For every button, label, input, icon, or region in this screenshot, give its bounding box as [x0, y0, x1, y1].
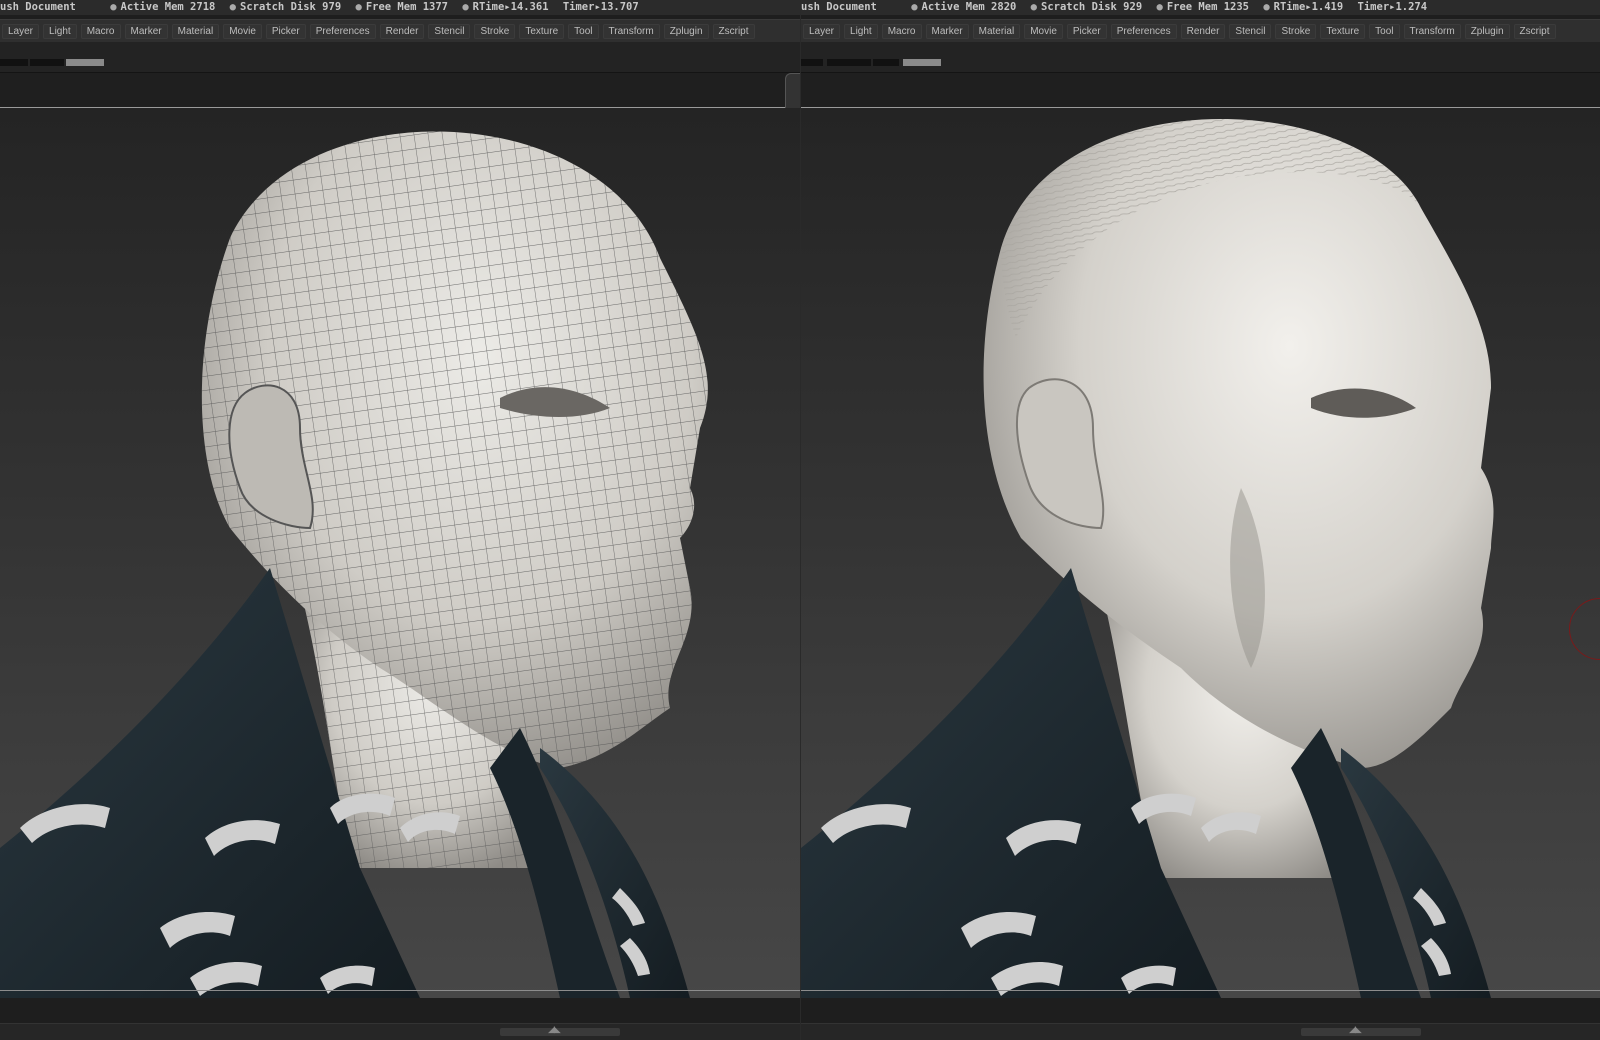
dot-icon: ●	[1030, 1, 1037, 13]
collapse-arrows-icon[interactable]: ◢◣	[1349, 1025, 1362, 1035]
menu-macro[interactable]: Macro	[881, 23, 922, 39]
scratch-disk: Scratch Disk 979	[240, 1, 342, 13]
menu-picker[interactable]: Picker	[1066, 23, 1107, 39]
tab-segment-active[interactable]	[903, 59, 941, 66]
dot-icon: ●	[462, 1, 469, 13]
menu-texture[interactable]: Texture	[519, 23, 565, 39]
document-bar	[0, 73, 800, 108]
menu-marker[interactable]: Marker	[925, 23, 969, 39]
menu-material[interactable]: Material	[171, 23, 220, 39]
collapse-arrows-icon[interactable]: ◢◣	[548, 1025, 561, 1035]
menu-material[interactable]: Material	[972, 23, 1021, 39]
menu-transform[interactable]: Transform	[1403, 23, 1461, 39]
document-title: ush Document	[0, 1, 76, 13]
menu-stroke[interactable]: Stroke	[474, 23, 516, 39]
tab-segment[interactable]	[873, 59, 899, 66]
sculpted-head-render	[801, 118, 1494, 998]
left-viewport-pane: ush Document ● Active Mem 2718 ● Scratch D…	[0, 0, 800, 1040]
menu-transform[interactable]: Transform	[602, 23, 660, 39]
menu-stencil[interactable]: Stencil	[428, 23, 471, 39]
tab-segment[interactable]	[801, 59, 823, 66]
rtime: RTime▸1.419	[1273, 1, 1344, 13]
menu-light[interactable]: Light	[43, 23, 77, 39]
menu-tool[interactable]: Tool	[1369, 23, 1400, 39]
menu-bar: Layer Light Macro Marker Material Movie …	[0, 19, 800, 43]
timer: Timer▸1.274	[1357, 1, 1428, 13]
bottom-shelf: ◢◣	[801, 1023, 1600, 1040]
status-bar: ush Document ● Active Mem 2820 ● Scratch D…	[801, 0, 1600, 15]
right-viewport-pane: ush Document ● Active Mem 2820 ● Scratch D…	[800, 0, 1600, 1040]
dot-icon: ●	[1156, 1, 1163, 13]
menu-texture[interactable]: Texture	[1320, 23, 1366, 39]
dot-icon: ●	[110, 1, 117, 13]
menu-render[interactable]: Render	[1180, 23, 1226, 39]
menu-marker[interactable]: Marker	[124, 23, 168, 39]
menu-macro[interactable]: Macro	[80, 23, 121, 39]
timer: Timer▸13.707	[562, 1, 639, 13]
menu-zscript[interactable]: Zscript	[712, 23, 755, 39]
menu-preferences[interactable]: Preferences	[1110, 23, 1177, 39]
free-mem: Free Mem 1377	[365, 1, 448, 13]
menu-bar: Layer Light Macro Marker Material Movie …	[801, 19, 1600, 43]
tab-segment[interactable]	[30, 59, 64, 66]
menu-zplugin[interactable]: Zplugin	[1464, 23, 1510, 39]
menu-layer[interactable]: Layer	[2, 23, 40, 39]
dot-icon: ●	[1263, 1, 1270, 13]
rtime: RTime▸14.361	[472, 1, 549, 13]
dot-icon: ●	[911, 1, 918, 13]
menu-zscript[interactable]: Zscript	[1513, 23, 1556, 39]
menu-layer[interactable]: Layer	[803, 23, 841, 39]
active-mem: Active Mem 2820	[921, 1, 1017, 13]
menu-tool[interactable]: Tool	[568, 23, 599, 39]
active-mem: Active Mem 2718	[120, 1, 216, 13]
free-mem: Free Mem 1235	[1166, 1, 1249, 13]
menu-render[interactable]: Render	[379, 23, 425, 39]
menu-movie[interactable]: Movie	[1024, 23, 1063, 39]
floor-line	[0, 990, 800, 991]
scratch-disk: Scratch Disk 929	[1041, 1, 1143, 13]
shelf-handle[interactable]	[1301, 1028, 1421, 1036]
status-bar: ush Document ● Active Mem 2718 ● Scratch D…	[0, 0, 800, 15]
document-bar	[801, 73, 1600, 108]
menu-picker[interactable]: Picker	[265, 23, 306, 39]
tab-segment[interactable]	[0, 59, 28, 66]
dot-icon: ●	[229, 1, 236, 13]
canvas-viewport[interactable]	[801, 108, 1600, 998]
dot-icon: ●	[355, 1, 362, 13]
menu-movie[interactable]: Movie	[223, 23, 262, 39]
menu-preferences[interactable]: Preferences	[309, 23, 376, 39]
canvas-viewport[interactable]	[0, 108, 800, 998]
bottom-shelf: ◢◣	[0, 1023, 800, 1040]
wireframe-head-render	[0, 131, 708, 998]
tab-segment[interactable]	[827, 59, 871, 66]
menu-zplugin[interactable]: Zplugin	[663, 23, 709, 39]
shelf-handle[interactable]	[500, 1028, 620, 1036]
tool-strip	[801, 42, 1600, 73]
tool-strip	[0, 42, 800, 73]
menu-stroke[interactable]: Stroke	[1275, 23, 1317, 39]
document-title: ush Document	[801, 1, 877, 13]
floor-line	[801, 990, 1600, 991]
menu-light[interactable]: Light	[844, 23, 878, 39]
tab-segment-active[interactable]	[66, 59, 104, 66]
menu-stencil[interactable]: Stencil	[1229, 23, 1272, 39]
